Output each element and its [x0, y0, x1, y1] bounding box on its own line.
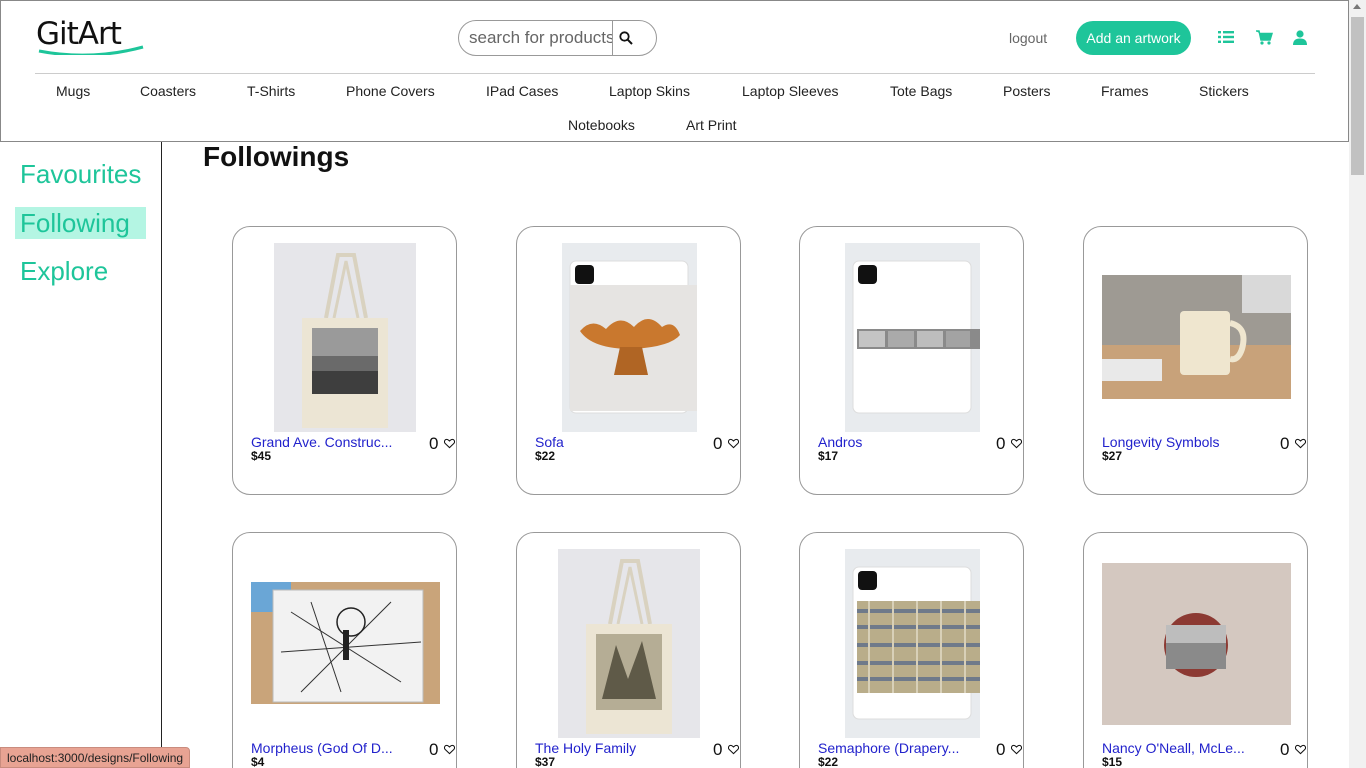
- product-card: The Holy Family $37 0: [516, 532, 741, 768]
- page-scrollbar[interactable]: [1349, 0, 1366, 768]
- category-mugs[interactable]: Mugs: [56, 83, 90, 99]
- like-count: 0: [429, 434, 439, 453]
- category-art-print[interactable]: Art Print: [686, 117, 737, 133]
- scroll-up-arrow-icon[interactable]: [1353, 4, 1361, 9]
- heart-icon[interactable]: [728, 744, 739, 755]
- sidebar-item-favourites[interactable]: Favourites: [15, 158, 141, 190]
- product-image-mug[interactable]: [1102, 275, 1291, 399]
- product-card: Longevity Symbols $27 0: [1083, 226, 1308, 495]
- product-card: Andros $17 0: [799, 226, 1024, 495]
- card-price: $15: [1102, 755, 1123, 768]
- sidebar-item-following[interactable]: Following: [15, 207, 146, 239]
- category-coasters[interactable]: Coasters: [140, 83, 196, 99]
- heart-icon[interactable]: [1011, 438, 1022, 449]
- category-frames[interactable]: Frames: [1101, 83, 1148, 99]
- search-box: [458, 20, 657, 56]
- card-title[interactable]: Longevity Symbols: [1102, 434, 1252, 450]
- category-laptop-sleeves[interactable]: Laptop Sleeves: [742, 83, 839, 99]
- card-price: $37: [535, 755, 556, 768]
- like-count: 0: [996, 740, 1006, 759]
- card-price: $4: [251, 755, 265, 768]
- category-posters[interactable]: Posters: [1003, 83, 1050, 99]
- svg-text:GitArt: GitArt: [36, 16, 122, 52]
- category-t-shirts[interactable]: T-Shirts: [247, 83, 295, 99]
- sidebar: Favourites Following Explore: [0, 142, 162, 768]
- search-icon: [619, 31, 633, 45]
- like-count: 0: [1280, 434, 1290, 453]
- card-title[interactable]: Morpheus (God Of D...: [251, 740, 401, 756]
- product-image-ipad-case[interactable]: [845, 549, 980, 738]
- heart-icon[interactable]: [1295, 438, 1306, 449]
- add-artwork-button[interactable]: Add an artwork: [1076, 21, 1191, 55]
- card-price: $22: [535, 449, 556, 463]
- product-image-tote-bag[interactable]: [274, 243, 416, 432]
- card-price: $22: [818, 755, 839, 768]
- product-image-laptop-skin[interactable]: [251, 582, 440, 704]
- category-ipad-cases[interactable]: IPad Cases: [486, 83, 558, 99]
- product-card: Semaphore (Drapery... $22 0: [799, 532, 1024, 768]
- product-card: Nancy O'Neall, McLe... $15 0: [1083, 532, 1308, 768]
- category-notebooks[interactable]: Notebooks: [568, 117, 635, 133]
- heart-icon[interactable]: [1295, 744, 1306, 755]
- like-count: 0: [996, 434, 1006, 453]
- like-count: 0: [429, 740, 439, 759]
- card-title[interactable]: Grand Ave. Construc...: [251, 434, 401, 450]
- card-price: $27: [1102, 449, 1123, 463]
- site-header: GitArt logout Add an artwork: [0, 0, 1349, 142]
- search-input[interactable]: [459, 21, 612, 55]
- card-title[interactable]: The Holy Family: [535, 740, 685, 756]
- product-image-ipad-case[interactable]: [845, 243, 980, 432]
- card-title[interactable]: Andros: [818, 434, 968, 450]
- product-image-tote-bag[interactable]: [558, 549, 700, 738]
- sidebar-item-explore[interactable]: Explore: [15, 255, 108, 287]
- like-count: 0: [1280, 740, 1290, 759]
- heart-icon[interactable]: [444, 744, 455, 755]
- status-url: localhost:3000/designs/Following: [0, 747, 191, 768]
- like-count: 0: [713, 740, 723, 759]
- card-title[interactable]: Semaphore (Drapery...: [818, 740, 968, 756]
- product-card: Morpheus (God Of D... $4 0: [232, 532, 457, 768]
- heart-icon[interactable]: [1011, 744, 1022, 755]
- product-image-ipad-case[interactable]: [562, 243, 697, 432]
- category-stickers[interactable]: Stickers: [1199, 83, 1249, 99]
- list-icon[interactable]: [1217, 28, 1235, 46]
- page-title: Followings: [203, 141, 350, 172]
- heart-icon[interactable]: [728, 438, 739, 449]
- card-price: $45: [251, 449, 272, 463]
- category-laptop-skins[interactable]: Laptop Skins: [609, 83, 690, 99]
- product-card: Grand Ave. Construc... $45 0: [232, 226, 457, 495]
- card-title[interactable]: Nancy O'Neall, McLe...: [1102, 740, 1252, 756]
- user-icon[interactable]: [1291, 28, 1309, 46]
- card-title[interactable]: Sofa: [535, 434, 685, 450]
- gitart-logo[interactable]: GitArt: [35, 13, 147, 57]
- heart-icon[interactable]: [444, 438, 455, 449]
- card-price: $17: [818, 449, 839, 463]
- product-image-coaster[interactable]: [1102, 563, 1291, 725]
- category-tote-bags[interactable]: Tote Bags: [890, 83, 952, 99]
- category-phone-covers[interactable]: Phone Covers: [346, 83, 435, 99]
- header-divider: [35, 73, 1315, 74]
- like-count: 0: [713, 434, 723, 453]
- product-card: Sofa $22 0: [516, 226, 741, 495]
- search-button[interactable]: [612, 21, 656, 55]
- scrollbar-thumb[interactable]: [1351, 17, 1364, 175]
- logout-link[interactable]: logout: [1009, 30, 1047, 46]
- cart-icon[interactable]: [1255, 28, 1273, 46]
